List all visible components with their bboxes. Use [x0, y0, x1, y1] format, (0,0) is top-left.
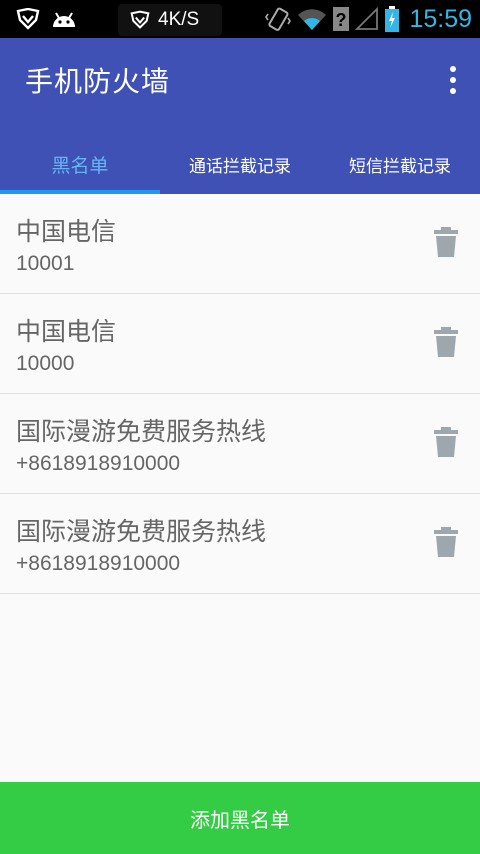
android-icon: [50, 9, 78, 29]
tab-blacklist[interactable]: 黑名单: [0, 134, 160, 194]
wifi-icon: [297, 7, 327, 31]
tab-sms-block-log[interactable]: 短信拦截记录: [320, 134, 480, 194]
add-blacklist-button[interactable]: 添加黑名单: [0, 782, 480, 854]
shield-icon: [130, 10, 150, 30]
contact-name: 国际漫游免费服务热线: [16, 517, 267, 546]
vibrate-icon: [265, 6, 292, 32]
list-item[interactable]: 中国电信 10000: [0, 294, 480, 394]
delete-icon[interactable]: [434, 327, 458, 357]
contact-number: 10001: [16, 252, 75, 275]
blacklist-list: 中国电信 10001 中国电信 10000 国际漫游免费服务热线 +861891…: [0, 194, 480, 594]
tab-call-block-log[interactable]: 通话拦截记录: [160, 134, 320, 194]
contact-name: 中国电信: [16, 217, 117, 246]
list-item[interactable]: 国际漫游免费服务热线 +8618918910000: [0, 394, 480, 494]
status-bar: 4K/S ? 15:59: [0, 0, 480, 38]
contact-name: 国际漫游免费服务热线: [16, 417, 267, 446]
contact-name: 中国电信: [16, 317, 117, 346]
delete-icon[interactable]: [434, 227, 458, 257]
app-title: 手机防火墙: [25, 65, 171, 98]
status-right: ? 15:59: [265, 0, 480, 38]
net-speed-indicator: 4K/S: [118, 4, 222, 36]
overflow-menu-icon[interactable]: [446, 66, 460, 94]
signal-icon: [355, 7, 379, 31]
contact-number: +8618918910000: [16, 452, 181, 475]
shield-icon: [16, 8, 40, 30]
list-item[interactable]: 中国电信 10001: [0, 194, 480, 294]
tab-bar: 黑名单 通话拦截记录 短信拦截记录: [0, 134, 480, 194]
screen: 4K/S ? 15:59 手机防火墙 黑名单 通话拦截记录 短信拦截记录 中国电…: [0, 0, 480, 854]
clock: 15:59: [409, 4, 472, 33]
unknown-network-icon: ?: [333, 7, 350, 31]
app-bar: 手机防火墙 黑名单 通话拦截记录 短信拦截记录: [0, 38, 480, 194]
contact-number: +8618918910000: [16, 552, 181, 575]
battery-icon: [385, 6, 400, 32]
contact-number: 10000: [16, 352, 75, 375]
delete-icon[interactable]: [434, 427, 458, 457]
net-speed-text: 4K/S: [158, 9, 200, 30]
list-item[interactable]: 国际漫游免费服务热线 +8618918910000: [0, 494, 480, 594]
delete-icon[interactable]: [434, 527, 458, 557]
svg-text:?: ?: [336, 10, 347, 30]
